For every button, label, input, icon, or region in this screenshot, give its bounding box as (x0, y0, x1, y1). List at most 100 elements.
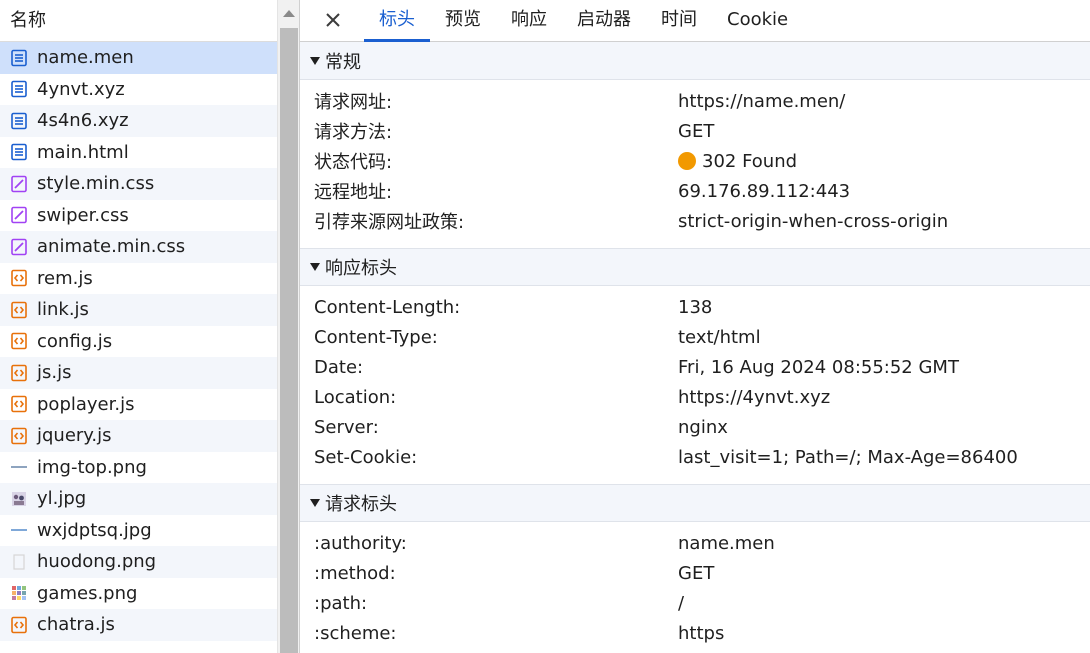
status-code-text: 302 Found (702, 150, 798, 172)
section-title: 请求标头 (325, 494, 397, 515)
document-icon (10, 112, 28, 130)
list-item[interactable]: link.js (0, 294, 277, 326)
tab-cookies[interactable]: Cookie (712, 0, 803, 41)
header-row: 引荐来源网址政策: strict-origin-when-cross-origin (300, 206, 1090, 236)
section-header-general[interactable]: 常规 (300, 42, 1090, 80)
list-item[interactable]: config.js (0, 326, 277, 358)
list-item-label: img-top.png (37, 456, 147, 478)
list-item[interactable]: name.men (0, 42, 277, 74)
header-value: https (678, 622, 725, 644)
close-icon[interactable] (320, 0, 346, 41)
list-item-label: rem.js (37, 267, 93, 289)
stylesheet-icon (10, 206, 28, 224)
header-value: GET (678, 120, 715, 142)
header-value: 69.176.89.112:443 (678, 180, 851, 202)
header-row: 状态代码: 302 Found (300, 146, 1090, 176)
header-key: :path: (314, 592, 368, 614)
header-value: name.men (678, 532, 775, 554)
list-item[interactable]: 4ynvt.xyz (0, 74, 277, 106)
status-dot-icon (678, 152, 696, 170)
list-item[interactable]: 4s4n6.xyz (0, 105, 277, 137)
list-item[interactable]: js.js (0, 357, 277, 389)
list-item[interactable]: yl.jpg (0, 483, 277, 515)
header-key: 状态代码: (314, 152, 393, 173)
list-item-label: js.js (37, 362, 72, 384)
script-icon (10, 364, 28, 382)
header-value: / (678, 592, 685, 614)
stylesheet-icon (10, 175, 28, 193)
header-row: :authority: name.men (300, 528, 1090, 558)
header-key: :scheme: (314, 622, 397, 644)
tab-response[interactable]: 响应 (496, 0, 562, 41)
image-grid-icon (10, 584, 28, 602)
list-item-label: wxjdptsq.jpg (37, 519, 152, 541)
list-item[interactable]: chatra.js (0, 609, 277, 641)
expand-triangle-icon (310, 499, 320, 507)
header-key: 引荐来源网址政策: (314, 212, 465, 233)
header-row: 请求网址: https://name.men/ (300, 86, 1090, 116)
list-item-label: yl.jpg (37, 488, 87, 510)
tab-initiator[interactable]: 启动器 (562, 0, 646, 41)
header-key: Date: (314, 356, 364, 378)
script-icon (10, 332, 28, 350)
section-header-request[interactable]: 请求标头 (300, 484, 1090, 522)
header-value: GET (678, 562, 715, 584)
section-header-response[interactable]: 响应标头 (300, 248, 1090, 286)
list-item[interactable]: wxjdptsq.jpg (0, 515, 277, 547)
script-icon (10, 301, 28, 319)
list-item[interactable]: img-top.png (0, 452, 277, 484)
request-detail-pane: 标头 预览 响应 启动器 时间 Cookie 常规 请求网址: https://n… (299, 0, 1090, 653)
tab-headers[interactable]: 标头 (364, 0, 430, 42)
header-key: :authority: (314, 532, 407, 554)
header-row: 请求方法: GET (300, 116, 1090, 146)
script-icon (10, 269, 28, 287)
scroll-up-arrow-icon[interactable] (283, 10, 295, 17)
list-item-label: chatra.js (37, 614, 115, 636)
header-key: Server: (314, 416, 379, 438)
list-item[interactable]: style.min.css (0, 168, 277, 200)
list-item-label: main.html (37, 141, 129, 163)
list-item-label: link.js (37, 299, 89, 321)
list-item-label: style.min.css (37, 173, 155, 195)
list-item[interactable]: rem.js (0, 263, 277, 295)
header-row: Date: Fri, 16 Aug 2024 08:55:52 GMT (300, 352, 1090, 382)
header-key: Set-Cookie: (314, 446, 418, 468)
list-item[interactable]: swiper.css (0, 200, 277, 232)
status-value: 302 Found (678, 151, 1090, 172)
request-list: 名称 name.men 4ynvt.xyz 4s4n6.xyz main.htm… (0, 0, 277, 653)
list-item[interactable]: poplayer.js (0, 389, 277, 421)
header-row: :path: / (300, 588, 1090, 618)
header-row: Content-Type: text/html (300, 322, 1090, 352)
header-value: Fri, 16 Aug 2024 08:55:52 GMT (678, 356, 959, 378)
list-scrollbar[interactable] (277, 0, 299, 653)
tab-timing[interactable]: 时间 (646, 0, 712, 41)
list-item[interactable]: games.png (0, 578, 277, 610)
list-item[interactable]: main.html (0, 137, 277, 169)
image-thumbnail-icon (10, 490, 28, 508)
header-key: Content-Type: (314, 326, 438, 348)
header-key: 请求网址: (314, 92, 393, 113)
list-item[interactable]: jquery.js (0, 420, 277, 452)
header-row: :scheme: https (300, 618, 1090, 648)
image-preview-icon (10, 521, 28, 539)
list-item[interactable]: animate.min.css (0, 231, 277, 263)
script-icon (10, 395, 28, 413)
list-item-label: config.js (37, 330, 113, 352)
header-value: strict-origin-when-cross-origin (678, 210, 949, 232)
header-row: Server: nginx (300, 412, 1090, 442)
image-blank-icon (10, 553, 28, 571)
list-item-label: poplayer.js (37, 393, 135, 415)
header-row: Content-Length: 138 (300, 292, 1090, 322)
list-item-label: name.men (37, 47, 134, 69)
header-value: text/html (678, 326, 761, 348)
column-header-name[interactable]: 名称 (0, 0, 277, 42)
section-title: 响应标头 (325, 258, 397, 279)
list-item-label: 4ynvt.xyz (37, 78, 125, 100)
tab-preview[interactable]: 预览 (430, 0, 496, 41)
header-value: 138 (678, 296, 713, 318)
scrollbar-thumb[interactable] (280, 28, 298, 653)
list-item-label: animate.min.css (37, 236, 186, 258)
response-headers-section: Content-Length: 138 Content-Type: text/htm… (300, 286, 1090, 484)
header-key: Location: (314, 386, 397, 408)
list-item[interactable]: huodong.png (0, 546, 277, 578)
